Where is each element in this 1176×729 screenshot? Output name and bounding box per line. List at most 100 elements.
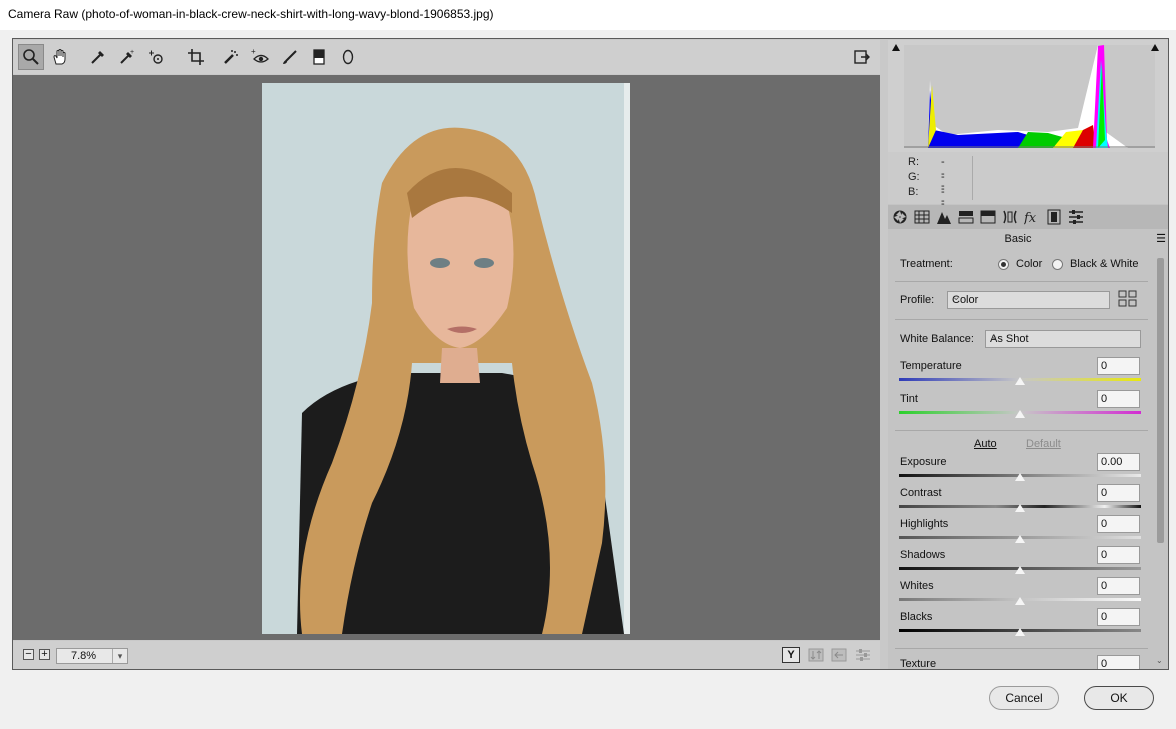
hand-icon	[53, 49, 66, 65]
tint-input[interactable]: 0	[1097, 390, 1140, 408]
detail-icon	[937, 212, 951, 224]
zoom-level-select[interactable]: 7.8% ▾	[56, 648, 128, 664]
cancel-button[interactable]: Cancel	[989, 686, 1059, 710]
treatment-bw-radio[interactable]	[1052, 259, 1063, 270]
zoom-tool[interactable]	[18, 44, 44, 70]
tab-tone-curve[interactable]	[913, 208, 931, 226]
treatment-label: Treatment:	[900, 258, 953, 270]
histogram	[888, 40, 1168, 152]
texture-row-clip: Texture 0	[888, 650, 1153, 669]
red-eye-tool[interactable]: +	[247, 44, 273, 70]
panel-menu-icon[interactable]: ☰	[1156, 232, 1166, 245]
texture-input[interactable]: 0	[1097, 655, 1140, 669]
fx-icon: fx	[1024, 211, 1037, 225]
targeted-adjustment-tool[interactable]	[143, 44, 169, 70]
svg-text:+: +	[251, 48, 256, 56]
highlights-slider-thumb[interactable]	[1015, 535, 1025, 543]
treatment-bw-label[interactable]: Black & White	[1070, 258, 1138, 270]
toggle-settings-button[interactable]	[854, 647, 872, 663]
export-icon	[854, 50, 870, 64]
temperature-input[interactable]: 0	[1097, 357, 1140, 375]
tab-effects[interactable]: fx	[1023, 208, 1041, 226]
tone-curve-icon	[914, 210, 930, 224]
shadows-label: Shadows	[900, 549, 946, 561]
treatment-color-label[interactable]: Color	[1016, 258, 1042, 270]
g-label: G:	[908, 171, 920, 183]
window-title: Camera Raw (photo-of-woman-in-black-crew…	[8, 7, 494, 21]
tab-detail[interactable]	[935, 208, 953, 226]
tint-slider-thumb[interactable]	[1015, 410, 1025, 418]
default-link[interactable]: Default	[1026, 438, 1061, 450]
graduated-filter-tool[interactable]	[306, 44, 332, 70]
zoom-icon	[23, 49, 39, 65]
spot-removal-tool[interactable]	[218, 44, 244, 70]
copy-settings-button[interactable]	[830, 647, 848, 663]
exposure-slider-thumb[interactable]	[1015, 473, 1025, 481]
whites-slider-thumb[interactable]	[1015, 597, 1025, 605]
calibration-icon	[1047, 209, 1061, 225]
chevron-down-icon: ⌄	[990, 331, 999, 342]
contrast-slider-thumb[interactable]	[1015, 504, 1025, 512]
swap-settings-button[interactable]	[807, 647, 825, 663]
svg-text:fx: fx	[1024, 211, 1037, 225]
whites-input[interactable]: 0	[1097, 577, 1140, 595]
split-toning-icon	[980, 210, 996, 224]
treatment-color-radio[interactable]	[998, 259, 1009, 270]
divider	[895, 281, 1148, 282]
color-sampler-tool[interactable]: +	[114, 44, 140, 70]
panel-header: Basic ☰	[888, 230, 1168, 248]
radial-filter-icon	[342, 49, 354, 65]
white-balance-tool[interactable]	[85, 44, 111, 70]
tab-presets[interactable]	[1067, 208, 1085, 226]
tab-basic[interactable]	[891, 208, 909, 226]
auto-link[interactable]: Auto	[974, 438, 997, 450]
before-after-icon: Y	[787, 649, 795, 661]
toolbar: + +	[13, 40, 880, 74]
before-after-view-button[interactable]: Y	[782, 647, 800, 663]
preview-image	[262, 83, 630, 634]
svg-text:+: +	[130, 49, 134, 56]
chevron-down-icon: ⌄	[952, 292, 961, 303]
divider	[895, 430, 1148, 431]
panel-tabs: fx	[888, 205, 1168, 229]
open-preferences-button[interactable]	[849, 44, 875, 70]
shadow-clipping-icon	[892, 44, 900, 51]
profile-select[interactable]: Color ⌄	[947, 291, 1110, 309]
tab-lens-corrections[interactable]	[1001, 208, 1019, 226]
crop-tool[interactable]	[183, 44, 209, 70]
profile-browser-button[interactable]	[1118, 290, 1138, 311]
white-balance-select[interactable]: As Shot ⌄	[985, 330, 1141, 348]
status-bar: − + 7.8% ▾ Y	[13, 641, 880, 669]
texture-label: Texture	[900, 658, 937, 669]
contrast-input[interactable]: 0	[1097, 484, 1140, 502]
blacks-slider-thumb[interactable]	[1015, 628, 1025, 636]
whites-label: Whites	[900, 580, 934, 592]
divider	[895, 319, 1148, 320]
b-label: B:	[908, 186, 919, 198]
zoom-out-button[interactable]: −	[23, 649, 34, 660]
shadows-input[interactable]: 0	[1097, 546, 1140, 564]
panel-scrollbar[interactable]: ⌄	[1155, 248, 1166, 668]
adjustment-brush-tool[interactable]	[277, 44, 303, 70]
shadows-slider-thumb[interactable]	[1015, 566, 1025, 574]
scroll-down-icon[interactable]: ⌄	[1156, 656, 1163, 665]
targeted-adjustment-icon	[149, 50, 163, 64]
blacks-input[interactable]: 0	[1097, 608, 1140, 626]
zoom-in-button[interactable]: +	[39, 649, 50, 660]
radial-filter-tool[interactable]	[335, 44, 361, 70]
ok-button[interactable]: OK	[1084, 686, 1154, 710]
highlights-label: Highlights	[900, 518, 949, 530]
temperature-slider-thumb[interactable]	[1015, 377, 1025, 385]
highlights-input[interactable]: 0	[1097, 515, 1140, 533]
crop-icon	[188, 49, 204, 65]
portrait-image	[262, 83, 630, 634]
scrollbar-thumb[interactable]	[1157, 258, 1164, 543]
hand-tool[interactable]	[47, 44, 73, 70]
tint-label: Tint	[900, 393, 918, 405]
tab-camera-calibration[interactable]	[1045, 208, 1063, 226]
tab-hsl[interactable]	[957, 208, 975, 226]
profile-label: Profile:	[900, 294, 935, 306]
hsl-icon	[958, 211, 974, 224]
exposure-input[interactable]: 0.00	[1097, 453, 1140, 471]
tab-split-toning[interactable]	[979, 208, 997, 226]
